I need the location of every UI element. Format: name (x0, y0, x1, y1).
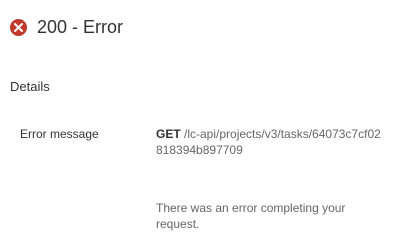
details-heading: Details (10, 79, 50, 94)
error-request-line: GET /lc-api/projects/v3/tasks/64073c7cf0… (156, 126, 384, 158)
http-method: GET (156, 127, 181, 141)
error-circle-icon (10, 18, 27, 36)
request-path: /lc-api/projects/v3/tasks/64073c7cf02818… (156, 127, 381, 157)
error-message-text: There was an error completing your reque… (156, 201, 346, 231)
page-title: 200 - Error (37, 17, 124, 37)
error-message-label: Error message (20, 127, 99, 141)
error-header: 200 - Error (10, 15, 123, 39)
